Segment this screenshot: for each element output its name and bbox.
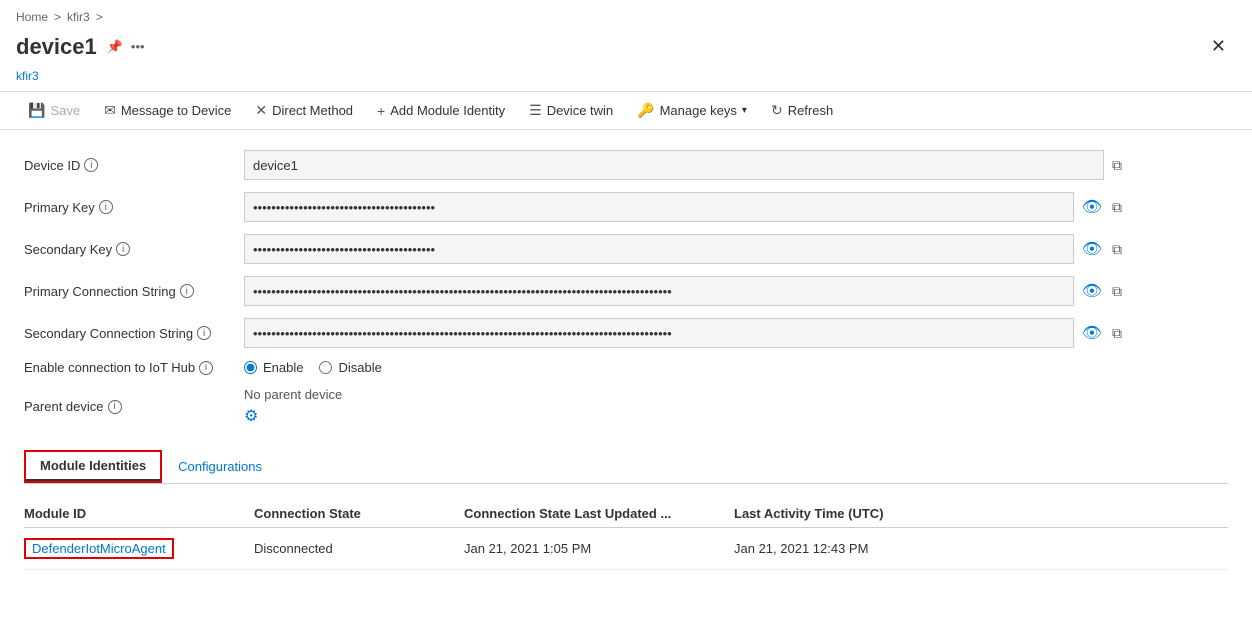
add-module-identity-button[interactable]: + Add Module Identity: [365, 99, 517, 123]
device-twin-button[interactable]: ☰ Device twin: [517, 98, 625, 123]
toolbar: 💾 Save ✉ Message to Device ✕ Direct Meth…: [0, 91, 1252, 130]
enable-conn-field-wrap: Enable Disable: [244, 360, 1124, 375]
message-to-device-button[interactable]: ✉ Message to Device: [92, 98, 243, 123]
add-icon: +: [377, 103, 385, 119]
more-options-icon[interactable]: •••: [131, 39, 145, 55]
parent-device-label: Parent device i: [24, 399, 244, 414]
col-conn-last-updated: Connection State Last Updated ...: [464, 506, 724, 521]
no-parent-text: No parent device: [244, 387, 342, 402]
table-header: Module ID Connection State Connection St…: [24, 500, 1228, 528]
primary-conn-eye-icon[interactable]: 👁: [1080, 279, 1104, 303]
col-last-activity: Last Activity Time (UTC): [734, 506, 1034, 521]
pin-icon[interactable]: 📌: [107, 39, 123, 55]
parent-device-row: Parent device i No parent device ⚙: [24, 387, 1124, 426]
tabs: Module Identities Configurations: [24, 450, 1228, 483]
secondary-conn-label: Secondary Connection String i: [24, 326, 244, 341]
secondary-conn-copy-icon[interactable]: ⧉: [1110, 323, 1124, 344]
secondary-key-eye-icon[interactable]: 👁: [1080, 237, 1104, 261]
secondary-key-input[interactable]: [244, 234, 1074, 264]
primary-key-copy-icon[interactable]: ⧉: [1110, 197, 1124, 218]
primary-key-field-wrap: 👁 ⧉: [244, 192, 1124, 222]
parent-device-gear-icon[interactable]: ⚙: [244, 406, 342, 426]
device-twin-icon: ☰: [529, 102, 542, 119]
secondary-conn-row: Secondary Connection String i 👁 ⧉: [24, 318, 1124, 348]
last-activity-cell: Jan 21, 2021 12:43 PM: [734, 541, 1034, 556]
primary-conn-info-icon[interactable]: i: [180, 284, 194, 298]
table-row: DefenderIotMicroAgent Disconnected Jan 2…: [24, 528, 1228, 570]
secondary-key-label: Secondary Key i: [24, 242, 244, 257]
header-icons: 📌 •••: [107, 39, 145, 55]
primary-key-label: Primary Key i: [24, 200, 244, 215]
secondary-conn-input[interactable]: [244, 318, 1074, 348]
enable-conn-label: Enable connection to IoT Hub i: [24, 360, 244, 375]
device-id-field-wrap: ⧉: [244, 150, 1124, 180]
col-conn-state: Connection State: [254, 506, 454, 521]
conn-last-updated-cell: Jan 21, 2021 1:05 PM: [464, 541, 724, 556]
primary-key-input[interactable]: [244, 192, 1074, 222]
manage-keys-button[interactable]: 🔑 Manage keys ▾: [625, 98, 759, 123]
enable-conn-radio-group: Enable Disable: [244, 360, 382, 375]
device-id-info-icon[interactable]: i: [84, 158, 98, 172]
table-rows: DefenderIotMicroAgent Disconnected Jan 2…: [24, 528, 1228, 570]
primary-key-info-icon[interactable]: i: [99, 200, 113, 214]
primary-conn-copy-icon[interactable]: ⧉: [1110, 281, 1124, 302]
enable-conn-info-icon[interactable]: i: [199, 361, 213, 375]
enable-radio-label[interactable]: Enable: [244, 360, 303, 375]
table-section: Module ID Connection State Connection St…: [24, 500, 1228, 570]
form-section: Device ID i ⧉ Primary Key i 👁 ⧉ Secon: [24, 150, 1124, 426]
parent-device-section: No parent device ⚙: [244, 387, 342, 426]
save-button[interactable]: 💾 Save: [16, 98, 92, 123]
direct-method-icon: ✕: [255, 102, 267, 119]
page-header: device1 📌 ••• ✕: [0, 28, 1252, 69]
secondary-conn-field-wrap: 👁 ⧉: [244, 318, 1124, 348]
secondary-conn-info-icon[interactable]: i: [197, 326, 211, 340]
chevron-down-icon: ▾: [742, 105, 747, 116]
disable-radio[interactable]: [319, 361, 332, 374]
primary-conn-input[interactable]: [244, 276, 1074, 306]
primary-key-row: Primary Key i 👁 ⧉: [24, 192, 1124, 222]
module-id-link[interactable]: DefenderIotMicroAgent: [24, 538, 174, 559]
refresh-button[interactable]: ↻ Refresh: [759, 98, 845, 123]
module-id-cell: DefenderIotMicroAgent: [24, 538, 244, 559]
secondary-conn-eye-icon[interactable]: 👁: [1080, 321, 1104, 345]
breadcrumb-home[interactable]: Home: [16, 10, 48, 24]
secondary-key-field-wrap: 👁 ⧉: [244, 234, 1124, 264]
primary-conn-label: Primary Connection String i: [24, 284, 244, 299]
breadcrumb: Home > kfir3 >: [0, 0, 1252, 28]
device-id-copy-icon[interactable]: ⧉: [1110, 155, 1124, 176]
tabs-section: Module Identities Configurations: [24, 450, 1228, 484]
message-icon: ✉: [104, 102, 116, 119]
breadcrumb-hub[interactable]: kfir3: [67, 10, 90, 24]
main-content: Device ID i ⧉ Primary Key i 👁 ⧉ Secon: [0, 130, 1252, 590]
manage-keys-icon: 🔑: [637, 102, 654, 119]
breadcrumb-sep2: >: [96, 10, 103, 24]
breadcrumb-sep1: >: [54, 10, 61, 24]
module-identities-tab-border: Module Identities: [24, 450, 162, 483]
secondary-key-copy-icon[interactable]: ⧉: [1110, 239, 1124, 260]
configurations-tab[interactable]: Configurations: [162, 450, 278, 483]
page-subtitle: kfir3: [0, 69, 1252, 91]
primary-conn-row: Primary Connection String i 👁 ⧉: [24, 276, 1124, 306]
col-module-id: Module ID: [24, 506, 244, 521]
direct-method-button[interactable]: ✕ Direct Method: [243, 98, 365, 123]
enable-conn-row: Enable connection to IoT Hub i Enable Di…: [24, 360, 1124, 375]
primary-key-eye-icon[interactable]: 👁: [1080, 195, 1104, 219]
refresh-icon: ↻: [771, 102, 783, 119]
secondary-key-info-icon[interactable]: i: [116, 242, 130, 256]
device-id-input[interactable]: [244, 150, 1104, 180]
page-title: device1: [16, 34, 97, 60]
device-id-label: Device ID i: [24, 158, 244, 173]
device-id-row: Device ID i ⧉: [24, 150, 1124, 180]
close-button[interactable]: ✕: [1201, 32, 1236, 61]
secondary-key-row: Secondary Key i 👁 ⧉: [24, 234, 1124, 264]
primary-conn-field-wrap: 👁 ⧉: [244, 276, 1124, 306]
parent-device-field-wrap: No parent device ⚙: [244, 387, 1124, 426]
parent-device-info-icon[interactable]: i: [108, 400, 122, 414]
module-identities-tab[interactable]: Module Identities: [26, 452, 160, 481]
disable-radio-label[interactable]: Disable: [319, 360, 381, 375]
enable-radio[interactable]: [244, 361, 257, 374]
conn-state-cell: Disconnected: [254, 541, 454, 556]
save-icon: 💾: [28, 102, 45, 119]
